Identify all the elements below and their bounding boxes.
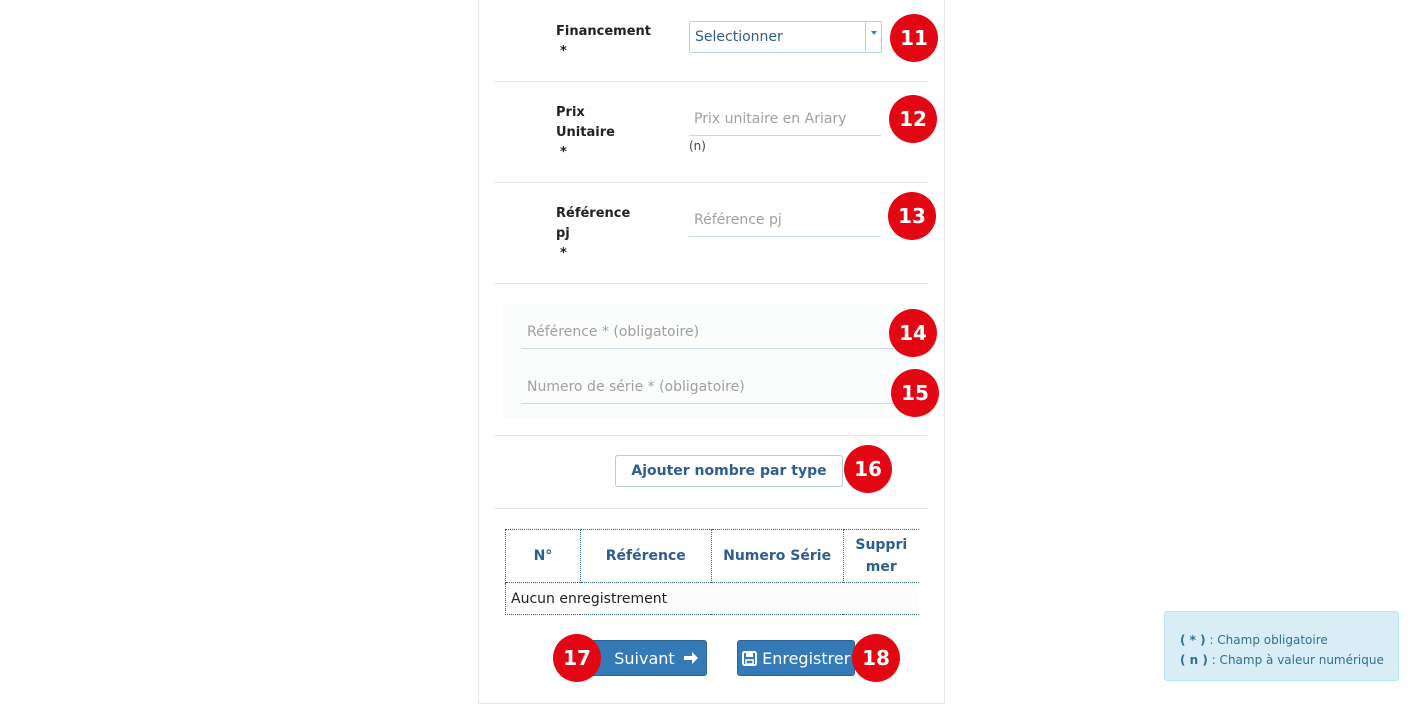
badge-18: 18 (852, 634, 900, 682)
add-by-type-button[interactable]: Ajouter nombre par type (615, 455, 843, 487)
divider (494, 182, 928, 183)
financement-label: Financement * (556, 24, 651, 59)
legend-numeric: ( n ) : Champ à valeur numérique (1180, 653, 1384, 667)
financement-select[interactable]: Selectionner (689, 21, 882, 53)
table-row: Aucun enregistrement (505, 582, 919, 615)
prix-unitaire-input[interactable] (689, 102, 881, 136)
floppy-disk-icon (742, 650, 757, 666)
divider (494, 435, 928, 436)
save-button[interactable]: Enregistrer (737, 640, 855, 676)
select-toggle[interactable] (865, 22, 881, 52)
table-header-row: N° Référence Numero Série Suppri mer (505, 529, 919, 583)
badge-14: 14 (889, 309, 937, 357)
items-table: N° Référence Numero Série Suppri mer Auc… (505, 529, 919, 615)
next-button-label: Suivant (614, 648, 675, 668)
numero-serie-input[interactable] (522, 370, 894, 404)
arrow-right-icon (683, 651, 698, 664)
save-button-label: Enregistrer (762, 648, 851, 668)
col-header-serial: Numero Série (711, 529, 844, 583)
badge-15: 15 (891, 369, 939, 417)
badge-17: 17 (553, 634, 601, 682)
caret-down-icon (871, 31, 877, 35)
next-button[interactable]: Suivant (586, 640, 707, 676)
badge-11: 11 (890, 14, 938, 62)
divider (494, 508, 928, 509)
divider (494, 81, 928, 82)
legend-box: ( * ) : Champ obligatoire ( n ) : Champ … (1164, 611, 1399, 681)
legend-required: ( * ) : Champ obligatoire (1180, 633, 1328, 647)
numeric-hint: (n) (689, 139, 706, 153)
col-header-delete: Suppri mer (843, 529, 919, 583)
badge-16: 16 (844, 445, 892, 493)
reference-input[interactable] (522, 315, 894, 349)
financement-select-value: Selectionner (695, 29, 783, 45)
reference-pj-label: Référence pj * (556, 206, 631, 261)
reference-pj-input[interactable] (689, 203, 881, 237)
badge-13: 13 (888, 192, 936, 240)
empty-message: Aucun enregistrement (505, 582, 919, 615)
col-header-number: N° (505, 529, 581, 583)
badge-12: 12 (889, 95, 937, 143)
col-header-reference: Référence (580, 529, 712, 583)
prix-unitaire-label: Prix Unitaire * (556, 105, 615, 160)
divider (494, 283, 928, 284)
